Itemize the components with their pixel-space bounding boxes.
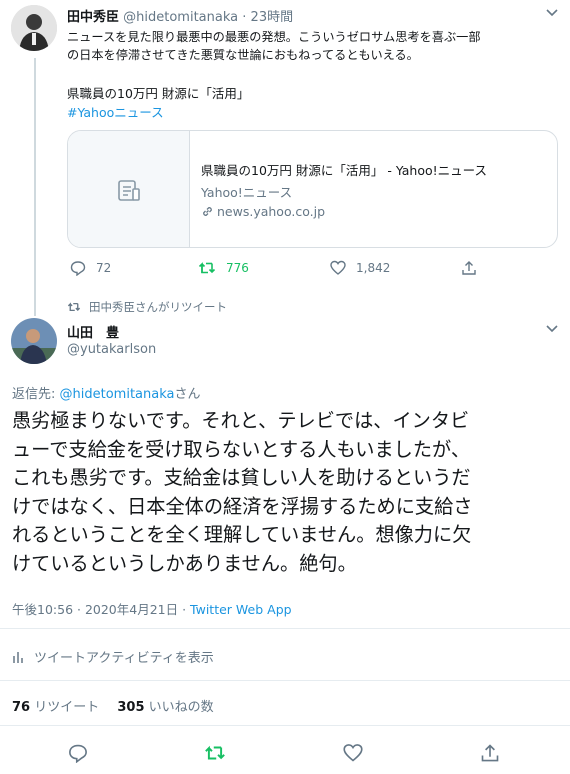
retweet-stat[interactable]: 76 リツイート	[12, 700, 103, 715]
divider	[0, 628, 570, 629]
avatar[interactable]	[11, 5, 57, 51]
document-icon	[118, 180, 140, 201]
engagement-stats: 76 リツイート 305 いいねの数	[12, 696, 214, 715]
reply-context: 返信先: @hidetomitanakaさん	[12, 383, 201, 402]
heart-icon[interactable]	[343, 743, 363, 763]
heart-icon	[330, 260, 346, 275]
share-icon[interactable]	[461, 260, 477, 276]
tweet-activity-label: ツイートアクティビティを表示	[34, 651, 214, 666]
bar-chart-icon	[13, 651, 23, 663]
tweet-body-line: けているというしかありません。絶句。	[12, 551, 357, 575]
tweet-time[interactable]: 23時間	[251, 10, 294, 25]
like-total: 305	[117, 700, 145, 715]
like-stat-label: いいねの数	[148, 700, 214, 715]
tweet-text-line: ニュースを見た限り最悪中の最悪の発想。こういうゼロサム思考を喜ぶ一部	[67, 30, 481, 44]
link-icon	[203, 207, 212, 216]
retweet-stat-label: リツイート	[34, 700, 100, 715]
reply-count: 72	[96, 261, 112, 275]
retweet-action[interactable]: 776	[198, 260, 249, 276]
share-icon[interactable]	[480, 743, 500, 763]
card-domain: news.yahoo.co.jp	[217, 204, 326, 219]
author-handle[interactable]: @hidetomitanaka	[123, 10, 238, 25]
avatar[interactable]	[11, 318, 57, 364]
reply-suffix: さん	[174, 387, 201, 402]
tweet-body-line: 愚劣極まりないです。それと、テレビでは、インタビ	[12, 409, 470, 432]
retweet-icon	[198, 262, 216, 274]
author-name[interactable]: 山田 豊	[67, 322, 119, 341]
thread-connector	[34, 58, 36, 316]
tweet-body: 愚劣極まりないです。それと、テレビでは、インタビ ューで支給金を受け取らないとす…	[12, 407, 473, 578]
tweet-timestamp[interactable]: 午後10:56 · 2020年4月21日 ·	[12, 602, 190, 617]
chevron-down-icon[interactable]	[545, 324, 559, 334]
card-source: Yahoo!ニュース	[201, 185, 293, 200]
author-handle[interactable]: @yutakarlson	[67, 342, 156, 357]
client-link[interactable]: Twitter Web App	[190, 602, 292, 617]
retweet-count: 776	[226, 261, 249, 275]
reply-icon	[70, 261, 86, 276]
tweet1-header: 田中秀臣 @hidetomitanaka · 23時間	[67, 6, 293, 25]
separator: ·	[242, 10, 247, 25]
card-domain-row: news.yahoo.co.jp	[201, 204, 325, 219]
retweet-icon	[67, 302, 81, 312]
tweet-activity-link[interactable]: ツイートアクティビティを表示	[12, 647, 214, 666]
news-headline: 県職員の10万円 財源に「活用」	[67, 86, 250, 101]
author-name[interactable]: 田中秀臣	[67, 10, 119, 25]
like-action[interactable]: 1,842	[330, 260, 390, 276]
link-card[interactable]: 県職員の10万円 財源に「活用」 - Yahoo!ニュース Yahoo!ニュース…	[67, 130, 558, 248]
reply-icon[interactable]	[68, 743, 88, 763]
divider	[0, 725, 570, 726]
reply-prefix: 返信先:	[12, 387, 60, 402]
retweet-notice: 田中秀臣さんがリツイート	[67, 299, 227, 315]
tweet1-text: ニュースを見た限り最悪中の最悪の発想。こういうゼロサム思考を喜ぶ一部 の日本を停…	[67, 28, 481, 64]
tweet-body-line: れるということを全く理解していません。想像力に欠	[12, 523, 472, 546]
reply-to-link[interactable]: @hidetomitanaka	[60, 387, 175, 402]
retweet-icon[interactable]	[204, 743, 226, 763]
chevron-down-icon[interactable]	[545, 8, 559, 18]
tweet-body-line: これも愚劣です。支給金は貧しい人を助けるというだ	[12, 466, 471, 489]
like-stat[interactable]: 305 いいねの数	[117, 700, 213, 715]
tweet-timestamp-row: 午後10:56 · 2020年4月21日 · Twitter Web App	[12, 599, 292, 618]
tweet-body-line: けではなく、日本全体の経済を浮揚するために支給さ	[12, 494, 473, 518]
hashtag-link[interactable]: #Yahooニュース	[67, 102, 164, 121]
tweet-text-line: の日本を停滞させてきた悪質な世論におもねってるともいえる。	[67, 48, 419, 62]
card-title: 県職員の10万円 財源に「活用」 - Yahoo!ニュース	[201, 163, 488, 178]
divider	[0, 680, 570, 681]
tweet-body-line: ューで支給金を受け取らないとする人もいましたが、	[12, 437, 471, 461]
card-thumbnail	[68, 131, 190, 247]
reply-action[interactable]: 72	[70, 260, 111, 276]
retweet-total: 76	[12, 700, 31, 715]
retweet-notice-text[interactable]: 田中秀臣さんがリツイート	[89, 299, 227, 315]
like-count: 1,842	[356, 261, 391, 275]
